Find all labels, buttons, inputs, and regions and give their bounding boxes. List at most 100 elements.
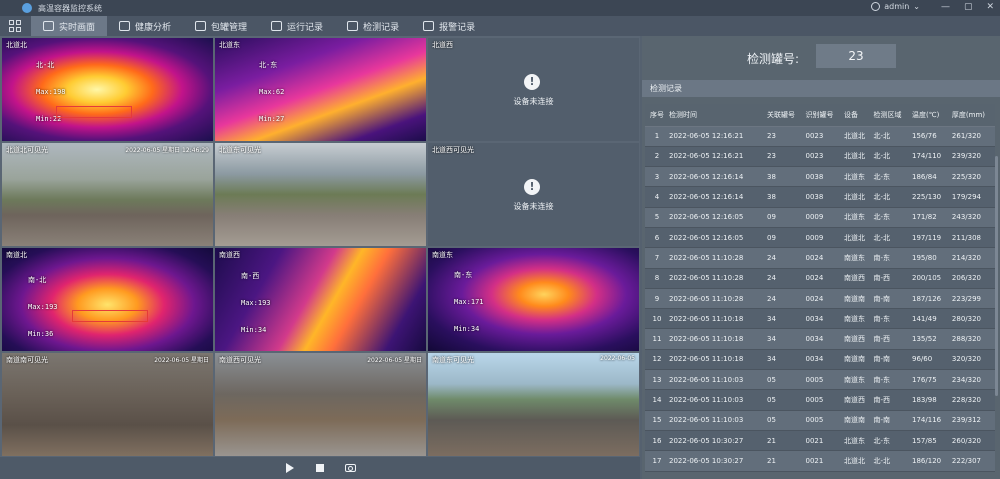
camera-feed-north-north[interactable]: 北道北 北-北 Max:198 Min:22 xyxy=(2,38,213,141)
table-cell: 2022-06-05 11:10:28 xyxy=(667,268,765,289)
camera-feed-south-west-visible[interactable]: 南道西可见光 2022-06-05 星期日 xyxy=(215,353,426,456)
table-cell: 2022-06-05 11:10:03 xyxy=(667,389,765,411)
column-header[interactable]: 设备 xyxy=(842,104,872,127)
table-cell: 239/320 xyxy=(949,146,995,168)
table-cell: 09 xyxy=(765,227,804,249)
user-menu[interactable]: admin ⌄ xyxy=(871,2,920,11)
menu-item-live-view[interactable]: 实时画面 xyxy=(31,16,108,36)
menu-item-health-analysis[interactable]: 健康分析 xyxy=(107,16,183,36)
camera-feed-south-north[interactable]: 南道北 南-北 Max:193 Min:36 xyxy=(2,248,213,351)
table-cell: 186/84 xyxy=(910,166,950,188)
table-row[interactable]: 3 2022-06-05 12:16:14 38 0038 北道东 北-东 186/84 22… xyxy=(645,166,995,188)
maximize-button[interactable]: ▢ xyxy=(964,2,973,12)
device-status: 设备未连接 xyxy=(513,97,554,106)
records-table: 序号 检测时间 关联罐号 识别罐号 设备 检测区域 温度(℃) 厚度(mm) 1 2022-06… xyxy=(645,104,995,479)
table-row[interactable]: 9 2022-06-05 11:10:28 24 0024 南道南 南-南 187/126 2… xyxy=(645,288,995,310)
table-cell: 0005 xyxy=(803,369,842,391)
menu-item-tank-management[interactable]: 包罐管理 xyxy=(183,16,259,36)
menu-item-label: 包罐管理 xyxy=(211,22,248,33)
camera-feed-north-east[interactable]: 北道东 北-东 Max:62 Min:27 xyxy=(215,38,426,141)
table-cell: 222/307 xyxy=(949,450,995,472)
camera-feed-north-east-visible[interactable]: 北道东可见光 xyxy=(215,143,426,246)
table-cell: 05 xyxy=(765,410,804,431)
table-row[interactable]: 2 2022-06-05 12:16:21 23 0023 北道北 北-北 174/110 2… xyxy=(645,146,995,168)
close-button[interactable]: ✕ xyxy=(986,2,994,12)
table-row[interactable]: 13 2022-06-05 11:10:03 05 0005 南道东 南-东 176/75 2… xyxy=(645,369,995,391)
table-cell: 05 xyxy=(765,369,804,391)
table-row[interactable]: 10 2022-06-05 11:10:18 34 0034 南道东 南-东 141/49 2… xyxy=(645,308,995,330)
table-row[interactable]: 7 2022-06-05 11:10:28 24 0024 南道东 南-东 195/80 21… xyxy=(645,247,995,269)
stop-button[interactable] xyxy=(313,461,327,475)
table-row[interactable]: 17 2022-06-05 10:30:27 21 0021 北道北 北-北 186/120… xyxy=(645,450,995,472)
column-header[interactable]: 温度(℃) xyxy=(910,104,950,127)
camera-label: 北道东 xyxy=(219,41,240,49)
table-row[interactable]: 14 2022-06-05 11:10:03 05 0005 南道西 南-西 183/98 2… xyxy=(645,389,995,411)
menu-item-alarm-log[interactable]: 报警记录 xyxy=(411,16,487,36)
table-cell: 187/126 xyxy=(910,288,950,310)
table-row[interactable]: 12 2022-06-05 11:10:18 34 0034 南道南 南-南 96/60 32… xyxy=(645,349,995,371)
menu-item-run-log[interactable]: 运行记录 xyxy=(259,16,335,36)
table-cell: 2022-06-05 10:30:27 xyxy=(667,450,765,472)
camera-feed-south-west[interactable]: 南道西 南-西 Max:193 Min:34 xyxy=(215,248,426,351)
table-cell: 2022-06-05 12:16:21 xyxy=(667,126,765,147)
table-cell: 23 xyxy=(765,146,804,168)
table-cell: 北道北 xyxy=(842,126,872,147)
column-header[interactable]: 检测时间 xyxy=(667,104,765,127)
table-cell: 2022-06-05 12:16:21 xyxy=(667,146,765,168)
table-row[interactable]: 8 2022-06-05 11:10:28 24 0024 南道西 南-西 200/105 2… xyxy=(645,268,995,289)
table-cell: 2022-06-05 11:10:28 xyxy=(667,247,765,269)
table-cell: 260/320 xyxy=(949,430,995,452)
camera-feed-south-south-visible[interactable]: 南道南可见光 2022-06-05 星期日 xyxy=(2,353,213,456)
table-cell: 北道东 xyxy=(842,207,872,228)
table-row[interactable]: 1 2022-06-05 12:16:21 23 0023 北道北 北-北 156/76 26… xyxy=(645,126,995,147)
column-header[interactable]: 检测区域 xyxy=(871,104,911,127)
camera-label: 北道北 xyxy=(6,41,27,49)
table-cell: 34 xyxy=(765,349,804,371)
table-cell: 24 xyxy=(765,268,804,289)
camera-feed-south-east-visible[interactable]: 南道东可见光 2022-06-05 xyxy=(428,353,639,456)
camera-feed-south-east[interactable]: 南道东 南-东 Max:171 Min:34 xyxy=(428,248,639,351)
table-cell: 228/320 xyxy=(949,389,995,411)
table-row[interactable]: 16 2022-06-05 10:30:27 21 0021 北道东 北-东 157/85 2… xyxy=(645,430,995,452)
table-cell: 2022-06-05 11:10:28 xyxy=(667,288,765,310)
table-row[interactable]: 11 2022-06-05 11:10:18 34 0034 南道西 南-西 135/52 2… xyxy=(645,328,995,350)
camera-feed-north-west-visible[interactable]: 北道西可见光 ! 设备未连接 xyxy=(428,143,639,246)
camera-feed-north-west[interactable]: 北道西 ! 设备未连接 xyxy=(428,38,639,141)
column-header[interactable]: 识别罐号 xyxy=(803,104,842,127)
table-cell: 261/320 xyxy=(949,126,995,147)
table-cell: 8 xyxy=(645,268,667,289)
column-header[interactable]: 厚度(mm) xyxy=(949,104,995,127)
camera-label: 北道北可见光 xyxy=(6,146,48,154)
table-cell: 288/320 xyxy=(949,328,995,350)
tank-number-label: 检测罐号: xyxy=(747,52,800,66)
table-row[interactable]: 6 2022-06-05 12:16:05 09 0009 北道北 北-北 197/119 2… xyxy=(645,227,995,249)
table-row[interactable]: 4 2022-06-05 12:16:14 38 0038 北道北 北-北 225/130 1… xyxy=(645,186,995,208)
table-cell: 200/105 xyxy=(910,268,950,289)
table-cell: 南-西 xyxy=(871,389,911,411)
column-header[interactable]: 关联罐号 xyxy=(765,104,804,127)
camera-feed-north-north-visible[interactable]: 北道北可见光 2022-06-05 星期日 12:46:29 xyxy=(2,143,213,246)
table-scrollbar[interactable] xyxy=(995,156,998,396)
video-grid: 北道北 北-北 Max:198 Min:22 北道东 北-东 Max:62 Mi… xyxy=(0,36,640,479)
play-button[interactable] xyxy=(283,461,297,475)
detection-region xyxy=(56,106,132,118)
minimize-button[interactable]: — xyxy=(941,2,950,12)
table-cell: 0034 xyxy=(803,328,842,350)
table-cell: 2022-06-05 12:16:14 xyxy=(667,186,765,208)
table-cell: 南道南 xyxy=(842,288,872,310)
table-cell: 234/320 xyxy=(949,369,995,391)
column-header[interactable]: 序号 xyxy=(645,104,667,127)
temperature-overlay: 北-北 Max:198 Min:22 xyxy=(36,61,66,123)
table-cell: 171/82 xyxy=(910,207,950,228)
table-cell: 南-南 xyxy=(871,288,911,310)
menu-item-inspection-log[interactable]: 检测记录 xyxy=(335,16,411,36)
warning-icon: ! xyxy=(524,74,540,90)
table-row[interactable]: 5 2022-06-05 12:16:05 09 0009 北道东 北-东 171/82 24… xyxy=(645,207,995,228)
table-cell: 5 xyxy=(645,207,667,228)
table-cell: 2022-06-05 11:10:18 xyxy=(667,328,765,350)
app-grid-icon[interactable] xyxy=(9,20,21,32)
table-cell: 239/312 xyxy=(949,410,995,431)
table-cell: 南-东 xyxy=(871,247,911,269)
table-row[interactable]: 15 2022-06-05 11:10:03 05 0005 南道南 南-南 174/116… xyxy=(645,410,995,431)
snapshot-button[interactable] xyxy=(343,461,357,475)
